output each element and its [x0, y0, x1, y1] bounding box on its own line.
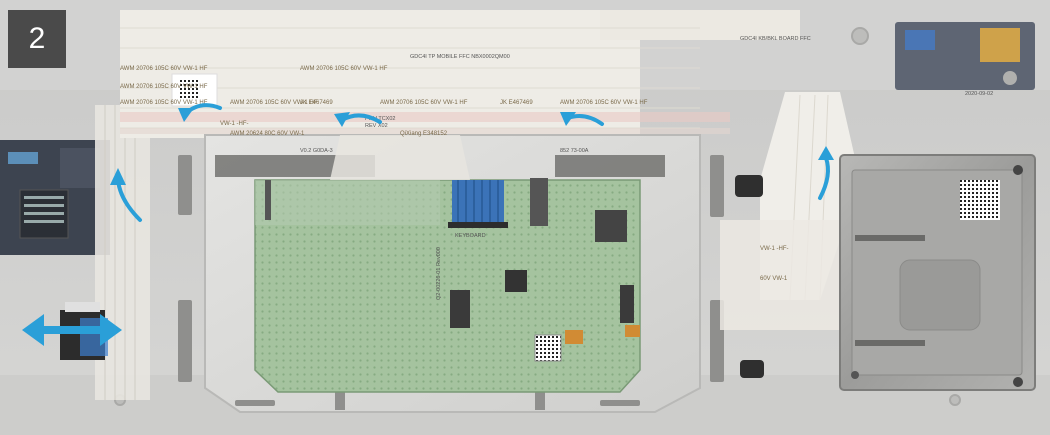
cable-print-3: AWM 20706 105C 60V VW-1 HF	[380, 100, 468, 106]
label-pn2: REV X02	[365, 123, 388, 129]
cable-print-qx1: QiXiang E348152	[400, 131, 448, 137]
touchpad-controller-chip	[595, 210, 627, 242]
label-ffc: GDC4I TP MOBILE FFC NBX0002QM00	[410, 54, 510, 60]
step-number-badge: 2	[8, 10, 66, 68]
cable-print-vw: VW-1 -HF-	[220, 121, 249, 127]
label-board-code: Q2-00226-01 Rev000	[436, 247, 442, 300]
cable-print-6: AWM 20706 105C 60V VW-1 HF	[300, 66, 388, 72]
label-touchpad-top: V0.2 G0DA-3	[300, 148, 333, 154]
cable-print-jk1: JK E467469	[300, 100, 333, 106]
touchpad-ffc-connector	[452, 180, 504, 222]
laptop-palmrest-photo: AWM 20706 105C 60V VW-1 HF AWM 20706 105…	[0, 0, 1050, 435]
label-keyboard: KEYBOARD	[455, 233, 486, 239]
label-kb: GDC4I KB/BKL BOARD FFC	[740, 36, 811, 42]
cable-print-jk2: JK E467469	[500, 100, 533, 106]
cable-print-vw2: VW-1 -HF-	[760, 246, 789, 252]
cable-print-vw3: 60V VW-1	[760, 276, 788, 282]
cable-print-7: AWM 20706 105C 60V VW-1 HF	[120, 84, 208, 90]
cable-print-awm: AWM 20624 80C 60V VW-1	[230, 131, 305, 137]
cable-print-1: AWM 20706 105C 60V VW-1 HF	[120, 100, 208, 106]
label-date: 2020-09-02	[965, 91, 993, 97]
cable-print-5: AWM 20706 105C 60V VW-1 HF	[120, 66, 208, 72]
instruction-photo-stage: AWM 20706 105C 60V VW-1 HF AWM 20706 105…	[0, 0, 1050, 435]
label-touchpad-right: 852 73-00A	[560, 148, 589, 154]
cable-print-4: AWM 20706 105C 60V VW-1 HF	[560, 100, 648, 106]
